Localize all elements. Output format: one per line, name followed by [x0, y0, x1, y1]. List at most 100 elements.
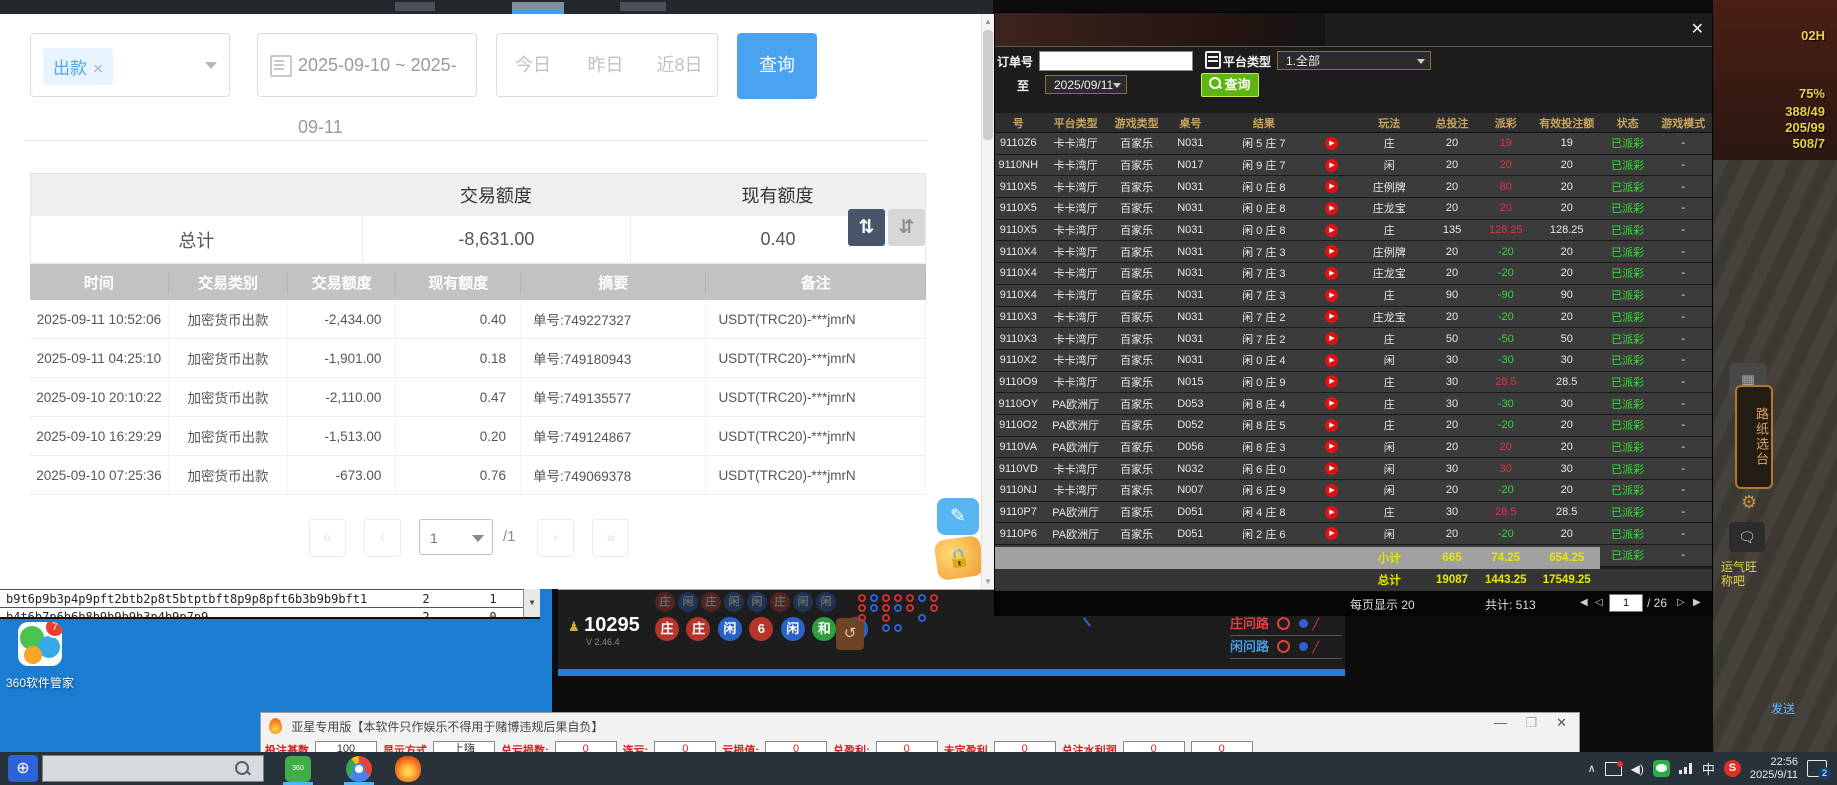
bet-row[interactable]: 9110X3 卡卡湾厅 百家乐 N031 闲 7 庄 2 ▶ 庄龙宝 20 -2…: [995, 307, 1712, 329]
page-select[interactable]: 1: [419, 519, 493, 555]
search-button[interactable]: 查询: [1201, 73, 1259, 97]
nav-tab-fragment[interactable]: [395, 2, 435, 11]
replay-play-icon[interactable]: ▶: [1325, 354, 1338, 367]
bet-row[interactable]: 9110VD 卡卡湾厅 百家乐 N032 闲 6 庄 0 ▶ 闲 30 30 3…: [995, 458, 1712, 480]
replay-play-icon[interactable]: ▶: [1325, 462, 1338, 475]
replay-play-icon[interactable]: ▶: [1325, 484, 1338, 497]
scrollbar-thumb[interactable]: [983, 30, 993, 140]
last-page-button[interactable]: »: [592, 519, 629, 557]
send-link[interactable]: 发送: [1771, 700, 1795, 717]
replay-play-icon[interactable]: ▶: [1325, 159, 1338, 172]
maximize-button[interactable]: ❐: [1525, 715, 1537, 731]
gear-icon[interactable]: ⚙: [1741, 492, 1757, 513]
input-method-indicator[interactable]: 中: [1702, 759, 1715, 778]
bet-row[interactable]: 9110X5 卡卡湾厅 百家乐 N031 闲 0 庄 8 ▶ 庄龙宝 20 20…: [995, 198, 1712, 220]
end-date-dropdown[interactable]: 2025/09/11: [1045, 75, 1127, 94]
close-button[interactable]: ✕: [1556, 715, 1567, 731]
replay-play-icon[interactable]: ▶: [1325, 289, 1338, 302]
today-button[interactable]: 今日: [496, 33, 570, 97]
bet-row[interactable]: 9110X4 卡卡湾厅 百家乐 N031 闲 7 庄 3 ▶ 庄 90 -90 …: [995, 285, 1712, 307]
bet-row[interactable]: 9110X3 卡卡湾厅 百家乐 N031 闲 7 庄 2 ▶ 庄 50 -50 …: [995, 328, 1712, 350]
sort-desc-button[interactable]: ⇅: [848, 209, 885, 246]
bet-row[interactable]: 9110OY PA欧洲厅 百家乐 D053 闲 8 庄 4 ▶ 庄 30 -30…: [995, 393, 1712, 415]
replay-play-icon[interactable]: ▶: [1325, 397, 1338, 410]
bet-row[interactable]: 9110X5 卡卡湾厅 百家乐 N031 闲 0 庄 8 ▶ 庄例牌 20 80…: [995, 176, 1712, 198]
bet-row[interactable]: 9110X4 卡卡湾厅 百家乐 N031 闲 7 庄 3 ▶ 庄例牌 20 -2…: [995, 241, 1712, 263]
bet-row[interactable]: 9110NH 卡卡湾厅 百家乐 N017 闲 9 庄 7 ▶ 闲 20 20 2…: [995, 155, 1712, 177]
bet-row[interactable]: 9110VA PA欧洲厅 百家乐 D056 闲 8 庄 3 ▶ 闲 20 20 …: [995, 437, 1712, 459]
first-page-icon[interactable]: ◀: [1580, 597, 1588, 608]
replay-play-icon[interactable]: ▶: [1325, 180, 1338, 193]
table-row[interactable]: 2025-09-10 16:29:29 加密货币出款 -1,513.00 0.2…: [30, 417, 926, 456]
next-page-button[interactable]: ›: [537, 519, 574, 557]
360-safe-taskbar-icon[interactable]: 360: [285, 756, 311, 782]
nav-tab-fragment[interactable]: [620, 2, 666, 11]
player-ask-road-label[interactable]: 闲问路: [1230, 639, 1269, 654]
desktop-icon-360[interactable]: 7: [14, 622, 66, 672]
table-row[interactable]: 2025-09-11 10:52:06 加密货币出款 -2,434.00 0.4…: [30, 300, 926, 339]
start-button[interactable]: ⊕: [8, 755, 38, 782]
taskbar-search-input[interactable]: [42, 755, 264, 782]
scroll-down-icon[interactable]: ▼: [982, 577, 994, 586]
order-number-input[interactable]: [1039, 51, 1193, 71]
replay-play-icon[interactable]: ▶: [1325, 137, 1338, 150]
replay-play-icon[interactable]: ▶: [1325, 245, 1338, 258]
wechat-icon[interactable]: [1653, 760, 1670, 777]
date-range-picker[interactable]: 2025-09-10 ~ 2025-09-11: [257, 33, 477, 97]
platform-type-dropdown[interactable]: 1.全部: [1277, 51, 1431, 70]
prev-page-icon[interactable]: ◁: [1595, 597, 1603, 608]
next-page-icon[interactable]: ▷: [1677, 597, 1685, 608]
hash-scroll-down-icon[interactable]: ▼: [523, 589, 540, 617]
yesterday-button[interactable]: 昨日: [569, 33, 643, 97]
replay-play-icon[interactable]: ▶: [1325, 202, 1338, 215]
speaker-icon[interactable]: ◀): [1631, 762, 1644, 776]
bet-row[interactable]: 9110X5 卡卡湾厅 百家乐 N031 闲 0 庄 8 ▶ 庄 135 128…: [995, 220, 1712, 242]
bet-row[interactable]: 9110X4 卡卡湾厅 百家乐 N031 闲 7 庄 3 ▶ 庄龙宝 20 -2…: [995, 263, 1712, 285]
tag-remove-icon[interactable]: ×: [93, 59, 103, 78]
type-multiselect[interactable]: 出款×: [30, 33, 230, 97]
page-scrollbar[interactable]: ▲ ▼: [981, 14, 994, 589]
gold-lock-badge[interactable]: 🔒: [933, 535, 984, 581]
replay-play-icon[interactable]: ▶: [1325, 440, 1338, 453]
notification-center-icon[interactable]: 2: [1807, 760, 1827, 777]
last8days-button[interactable]: 近8日: [642, 33, 718, 97]
bet-row[interactable]: 9110Z6 卡卡湾厅 百家乐 N031 闲 5 庄 7 ▶ 庄 20 19 1…: [995, 133, 1712, 155]
replay-play-icon[interactable]: ▶: [1325, 375, 1338, 388]
page-number-box[interactable]: 1: [1609, 594, 1643, 612]
bet-row[interactable]: 9110O2 PA欧洲厅 百家乐 D052 闲 8 庄 5 ▶ 庄 20 -20…: [995, 415, 1712, 437]
sogou-icon[interactable]: S: [1724, 760, 1741, 777]
prev-page-button[interactable]: ‹: [364, 519, 401, 557]
first-page-button[interactable]: «: [309, 519, 346, 557]
replay-play-icon[interactable]: ▶: [1325, 527, 1338, 540]
screencast-icon[interactable]: [1605, 762, 1622, 776]
replay-play-icon[interactable]: ▶: [1325, 506, 1338, 519]
table-row[interactable]: 2025-09-11 04:25:10 加密货币出款 -1,901.00 0.1…: [30, 339, 926, 378]
replay-play-icon[interactable]: ▶: [1325, 310, 1338, 323]
tray-expand-icon[interactable]: ∧: [1588, 762, 1596, 775]
yaxing-taskbar-icon[interactable]: [395, 756, 421, 782]
chat-mute-icon[interactable]: 🗨: [1729, 522, 1765, 552]
bet-row[interactable]: 9110O9 卡卡湾厅 百家乐 N015 闲 0 庄 9 ▶ 庄 30 28.5…: [995, 372, 1712, 394]
bet-row[interactable]: 9110X2 卡卡湾厅 百家乐 N031 闲 0 庄 4 ▶ 闲 30 -30 …: [995, 350, 1712, 372]
table-row[interactable]: 2025-09-10 20:10:22 加密货币出款 -2,110.00 0.4…: [30, 378, 926, 417]
bet-row[interactable]: 9110P7 PA欧洲厅 百家乐 D051 闲 4 庄 8 ▶ 庄 30 28.…: [995, 502, 1712, 524]
feedback-edit-button[interactable]: ✎: [937, 498, 979, 535]
bet-row[interactable]: 9110NJ 卡卡湾厅 百家乐 N007 闲 6 庄 9 ▶ 闲 20 -20 …: [995, 480, 1712, 502]
replay-play-icon[interactable]: ▶: [1325, 224, 1338, 237]
sort-asc-button[interactable]: ⇵: [888, 209, 925, 246]
taskbar-clock[interactable]: 22:56 2025/9/11: [1750, 756, 1798, 782]
chrome-taskbar-icon[interactable]: [346, 756, 372, 782]
replay-play-icon[interactable]: ▶: [1325, 419, 1338, 432]
replay-play-icon[interactable]: ▶: [1325, 332, 1338, 345]
scroll-up-icon[interactable]: ▲: [982, 17, 994, 26]
table-row[interactable]: 2025-09-10 07:25:36 加密货币出款 -673.00 0.76 …: [30, 456, 926, 495]
last-page-icon[interactable]: ▶: [1693, 597, 1701, 608]
minimize-button[interactable]: —: [1494, 715, 1507, 730]
replay-play-icon[interactable]: ▶: [1325, 267, 1338, 280]
road-paper-tab[interactable]: 路纸选台: [1735, 385, 1773, 489]
network-icon[interactable]: [1679, 763, 1693, 774]
query-button[interactable]: 查询: [737, 33, 817, 99]
banker-ask-road-label[interactable]: 庄问路: [1230, 616, 1269, 631]
close-icon[interactable]: ✕: [1691, 19, 1704, 39]
bet-row[interactable]: 9110P6 PA欧洲厅 百家乐 D051 闲 2 庄 6 ▶ 闲 20 -20…: [995, 523, 1712, 545]
